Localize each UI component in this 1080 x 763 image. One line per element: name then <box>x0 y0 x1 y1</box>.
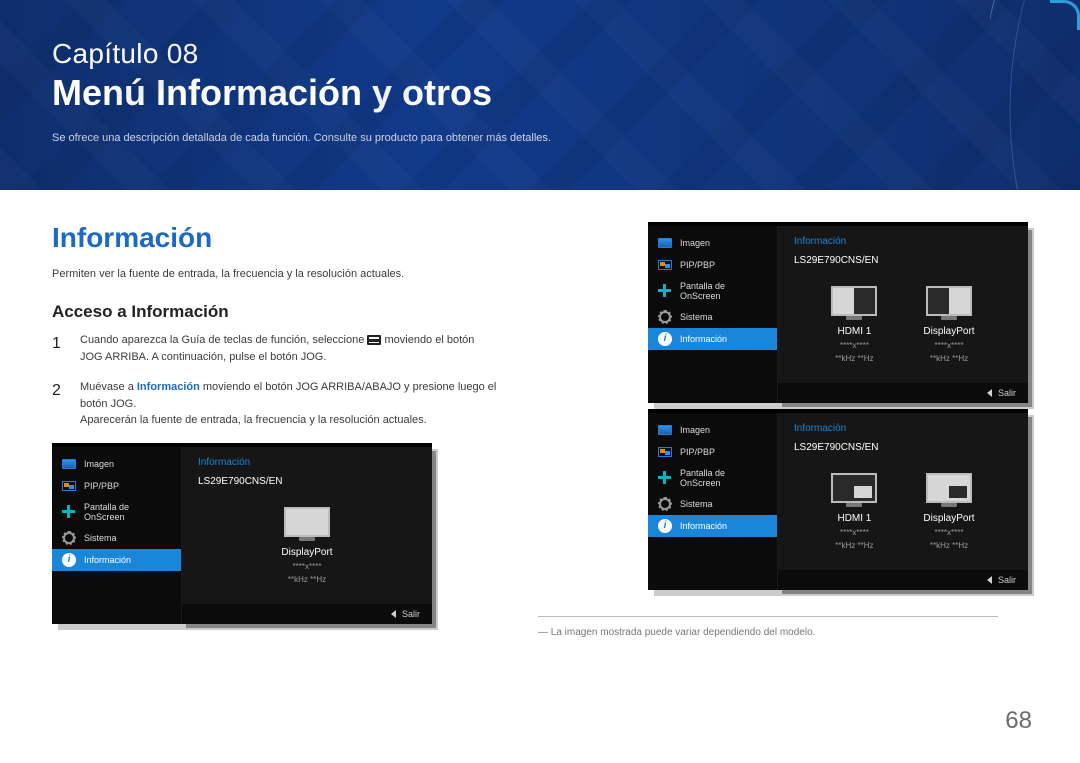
step-number: 2 <box>52 379 66 429</box>
subheading: Acceso a Información <box>52 302 498 322</box>
osd-item-imagen[interactable]: Imagen <box>648 232 777 254</box>
source-displayport: DisplayPort ****x**** **kHz **Hz <box>281 507 332 584</box>
osd-item-pip[interactable]: PIP/PBP <box>52 475 181 497</box>
osd-item-sistema[interactable]: Sistema <box>648 306 777 328</box>
monitor-icon <box>284 507 330 537</box>
osd-item-onscreen[interactable]: Pantalla de OnScreen <box>52 497 181 527</box>
menu-icon <box>367 335 381 345</box>
steps-list: 1 Cuando aparezca la Guía de teclas de f… <box>52 332 498 429</box>
osd-item-pip[interactable]: PIP/PBP <box>648 441 777 463</box>
panel-title: Información <box>794 236 1012 247</box>
monitor-split-icon <box>831 286 877 316</box>
step-2: 2 Muévase a Información moviendo el botó… <box>52 379 498 429</box>
back-arrow-icon <box>987 389 992 397</box>
lead-text: Permiten ver la fuente de entrada, la fr… <box>52 268 498 280</box>
source-displayport: DisplayPort ****x**** **kHz **Hz <box>923 286 974 363</box>
monitor-pip-sub-icon <box>926 473 972 503</box>
footnote: ― La imagen mostrada puede variar depend… <box>538 616 998 638</box>
monitor-pip-main-icon <box>831 473 877 503</box>
osd-panel: Información LS29E790CNS/EN DisplayPort *… <box>182 447 432 624</box>
source-hdmi1: HDMI 1 ****x**** **kHz **Hz <box>831 473 877 550</box>
panel-model: LS29E790CNS/EN <box>794 442 1012 453</box>
osd-item-onscreen[interactable]: Pantalla de OnScreen <box>648 276 777 306</box>
osd-item-informacion[interactable]: iInformación <box>648 328 777 350</box>
osd-item-sistema[interactable]: Sistema <box>52 527 181 549</box>
source-hdmi1: HDMI 1 ****x**** **kHz **Hz <box>831 286 877 363</box>
source-displayport: DisplayPort ****x**** **kHz **Hz <box>923 473 974 550</box>
panel-model: LS29E790CNS/EN <box>794 255 1012 266</box>
exit-label[interactable]: Salir <box>998 388 1016 398</box>
osd-item-sistema[interactable]: Sistema <box>648 493 777 515</box>
panel-title: Información <box>198 457 416 468</box>
step-1: 1 Cuando aparezca la Guía de teclas de f… <box>52 332 498 365</box>
osd-footer: Salir <box>778 383 1028 403</box>
section-heading: Información <box>52 222 498 254</box>
osd-menu: Imagen PIP/PBP Pantalla de OnScreen Sist… <box>52 447 182 624</box>
osd-footer: Salir <box>182 604 432 624</box>
exit-label[interactable]: Salir <box>402 609 420 619</box>
chapter-banner: Capítulo 08 Menú Información y otros Se … <box>0 0 1080 190</box>
chapter-subtitle: Se ofrece una descripción detallada de c… <box>52 132 1080 144</box>
osd-item-imagen[interactable]: Imagen <box>648 419 777 441</box>
osd-footer: Salir <box>778 570 1028 590</box>
osd-screenshot-single: Imagen PIP/PBP Pantalla de OnScreen Sist… <box>52 443 432 624</box>
osd-screenshot-pip: Imagen PIP/PBP Pantalla de OnScreen Sist… <box>648 409 1028 590</box>
corner-accent <box>1050 0 1080 30</box>
exit-label[interactable]: Salir <box>998 575 1016 585</box>
chapter-label: Capítulo 08 <box>52 38 1080 70</box>
step-text: Cuando aparezca la Guía de teclas de fun… <box>80 332 498 365</box>
page-number: 68 <box>1005 707 1032 735</box>
monitor-split-icon <box>926 286 972 316</box>
osd-screenshot-split: Imagen PIP/PBP Pantalla de OnScreen Sist… <box>648 222 1028 403</box>
back-arrow-icon <box>987 576 992 584</box>
osd-item-onscreen[interactable]: Pantalla de OnScreen <box>648 463 777 493</box>
panel-title: Información <box>794 423 1012 434</box>
panel-model: LS29E790CNS/EN <box>198 476 416 487</box>
osd-item-imagen[interactable]: Imagen <box>52 453 181 475</box>
chapter-title: Menú Información y otros <box>52 72 1080 114</box>
back-arrow-icon <box>391 610 396 618</box>
osd-item-informacion[interactable]: iInformación <box>648 515 777 537</box>
step-number: 1 <box>52 332 66 365</box>
osd-item-pip[interactable]: PIP/PBP <box>648 254 777 276</box>
osd-item-informacion[interactable]: iInformación <box>52 549 181 571</box>
step-text: Muévase a Información moviendo el botón … <box>80 379 498 429</box>
